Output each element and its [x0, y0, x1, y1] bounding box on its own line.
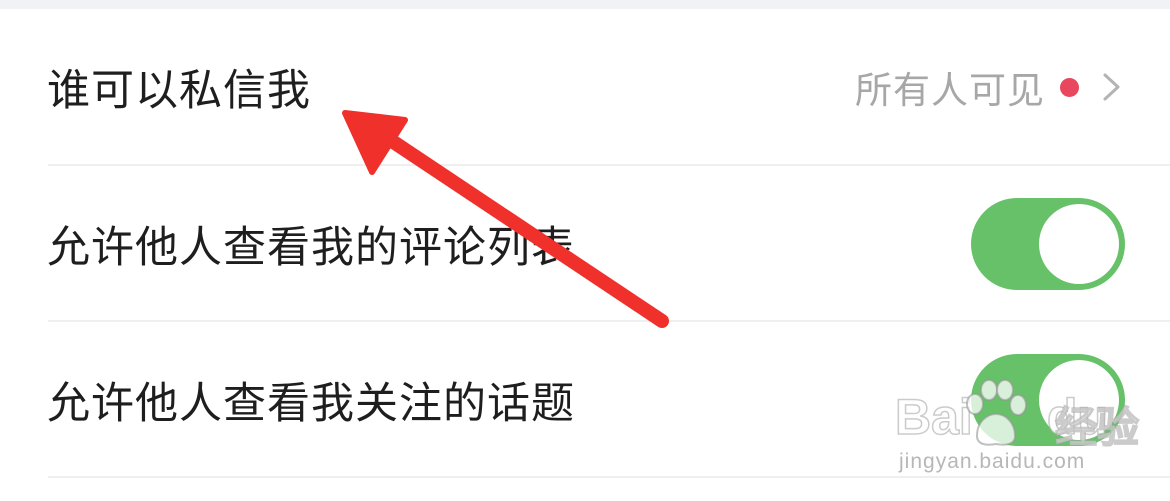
comment-list-toggle-switch[interactable]	[971, 197, 1125, 290]
toggle-knob	[1039, 359, 1119, 440]
followed-topics-toggle-switch[interactable]	[971, 353, 1125, 446]
setting-row-who-can-message[interactable]: 谁可以私信我 所有人可见	[0, 9, 1170, 164]
setting-label-comment-list: 允许他人查看我的评论列表	[47, 222, 575, 273]
row-divider	[48, 476, 1170, 478]
red-dot-badge	[1060, 77, 1079, 97]
setting-value-visibility: 所有人可见	[855, 68, 1045, 112]
setting-label-who-can-message: 谁可以私信我	[47, 65, 311, 116]
setting-row-followed-topics: 允许他人查看我关注的话题	[0, 322, 1170, 477]
setting-row-comment-list: 允许他人查看我的评论列表	[0, 166, 1170, 321]
chevron-right-icon	[1103, 73, 1120, 100]
setting-label-followed-topics: 允许他人查看我关注的话题	[47, 378, 575, 429]
toggle-knob	[1039, 203, 1119, 284]
top-section-gap	[0, 0, 1170, 9]
